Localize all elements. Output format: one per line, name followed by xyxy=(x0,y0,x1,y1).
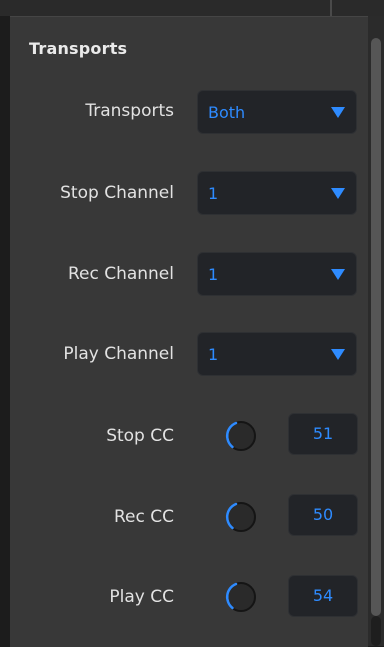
knob-icon[interactable] xyxy=(224,419,258,453)
knob-icon[interactable] xyxy=(224,500,258,534)
play-channel-select-value: 1 xyxy=(208,345,219,364)
top-divider xyxy=(330,0,332,16)
app-frame: Transports Transports Both Stop Channel … xyxy=(0,0,384,647)
knob-icon[interactable] xyxy=(224,580,258,614)
scrollbar-track-end xyxy=(371,616,381,646)
transports-label: Transports xyxy=(85,101,174,121)
scrollbar-thumb[interactable] xyxy=(371,38,381,616)
transports-select-value: Both xyxy=(208,103,246,122)
stop-channel-label: Stop Channel xyxy=(60,183,174,203)
transports-select[interactable]: Both xyxy=(197,90,357,134)
stop-cc-value-box[interactable]: 51 xyxy=(288,413,358,455)
stop-channel-select-value: 1 xyxy=(208,184,219,203)
caret-down-icon xyxy=(331,269,345,280)
caret-down-icon xyxy=(331,349,345,360)
rec-channel-select[interactable]: 1 xyxy=(197,252,357,296)
play-channel-label: Play Channel xyxy=(63,344,174,364)
rec-channel-label: Rec Channel xyxy=(67,264,174,284)
stop-cc-value: 51 xyxy=(312,424,334,443)
play-cc-value-box[interactable]: 54 xyxy=(288,575,358,617)
section-title: Transports xyxy=(29,39,128,58)
play-cc-value: 54 xyxy=(312,586,334,605)
caret-down-icon xyxy=(331,107,345,118)
rec-cc-value-box[interactable]: 50 xyxy=(288,494,358,536)
caret-down-icon xyxy=(331,188,345,199)
rec-cc-label: Rec CC xyxy=(114,507,174,527)
stop-cc-label: Stop CC xyxy=(106,426,174,446)
stop-channel-select[interactable]: 1 xyxy=(197,171,357,215)
top-edge xyxy=(0,0,384,16)
play-channel-select[interactable]: 1 xyxy=(197,332,357,376)
vertical-scrollbar[interactable] xyxy=(368,16,384,646)
rec-cc-value: 50 xyxy=(312,505,334,524)
rec-channel-select-value: 1 xyxy=(208,265,219,284)
transports-panel: Transports Transports Both Stop Channel … xyxy=(10,16,368,647)
play-cc-label: Play CC xyxy=(109,587,174,607)
